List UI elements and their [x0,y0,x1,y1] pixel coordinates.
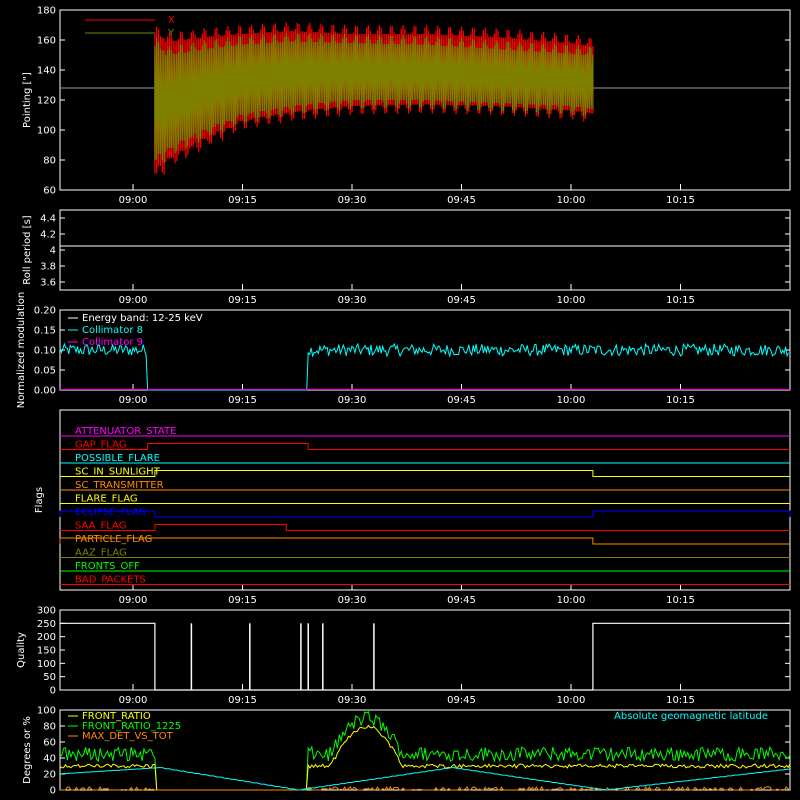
quality-ytick-label: 150 [37,646,56,657]
quality-ytick-label: 100 [37,659,56,670]
pointing-ylabel: Pointing ["] [22,72,33,128]
quality-ytick-label: 50 [43,672,56,683]
ratios-ytick-label: 60 [43,738,56,749]
quality-xtick-label: 10:00 [557,695,586,706]
flag-label: BAD_PACKETS [75,575,146,586]
roll-ytick-label: 4 [50,246,56,257]
flag-label: SC_IN_SUNLIGHT [75,467,161,478]
modulation-xtick-label: 09:15 [228,395,257,406]
quality-ytick-label: 200 [37,632,56,643]
modulation-ytick-label: 0.20 [34,306,56,317]
modulation-xtick-label: 10:15 [666,395,695,406]
modulation-xtick-label: 09:30 [338,395,367,406]
quality-ylabel: Quality [16,632,27,668]
pointing-xtick-label: 09:15 [228,195,257,206]
quality-xtick-label: 10:15 [666,695,695,706]
ratios-ytick-label: 0 [50,786,56,797]
flags-xtick-label: 10:15 [666,595,695,606]
legend-x-label: X [168,15,175,26]
roll-ytick-label: 4.4 [40,214,56,225]
collimator-9-label: Collimator 9 [82,337,143,348]
energy-band-label: Energy band: 12-25 keV [82,313,203,324]
pointing-xtick-label: 10:00 [557,195,586,206]
flag-label: FRONTS_OFF [75,561,140,572]
pointing-ytick-label: 100 [37,126,56,137]
flag-label: AAZ_FLAG [75,548,127,559]
roll-xtick-label: 09:15 [228,295,257,306]
pointing-ytick-label: 60 [43,186,56,197]
flags-xtick-label: 10:00 [557,595,586,606]
ratios-ytick-label: 20 [43,770,56,781]
flag-label: SAA_FLAG [75,521,126,532]
quality-ytick-label: 0 [50,686,56,697]
flags-xtick-label: 09:45 [447,595,476,606]
flag-label: ATTENUATOR_STATE [75,426,176,437]
roll-ytick-label: 4.2 [40,230,56,241]
modulation-ytick-label: 0.00 [34,386,56,397]
pointing-xtick-label: 10:15 [666,195,695,206]
pointing-ytick-label: 120 [37,96,56,107]
flag-label: ECLIPSE_FLAG [75,507,146,518]
max-det-label: MAX_DET_VS_TOT [82,731,174,742]
ratios-ytick-label: 40 [43,754,56,765]
pointing-ytick-label: 80 [43,156,56,167]
flags-xtick-label: 09:00 [119,595,148,606]
modulation-xtick-label: 10:00 [557,395,586,406]
roll-ylabel: Roll period [s] [22,215,33,284]
ratios-ylabel: Degrees or % [22,716,33,784]
modulation-ytick-label: 0.15 [34,326,56,337]
pointing-ytick-label: 140 [37,66,56,77]
quality-ytick-label: 300 [37,606,56,617]
stage: Pointing ["] 60 80 100 120 140 160 180 09:00 09… [0,0,800,800]
flags-xtick-label: 09:15 [228,595,257,606]
flag-label: POSSIBLE_FLARE [75,453,160,464]
roll-xtick-label: 09:45 [447,295,476,306]
flags-xtick-label: 09:30 [338,595,367,606]
ratios-ytick-label: 80 [43,722,56,733]
legend-y-label: Y [167,28,175,39]
pointing-ytick-label: 160 [37,36,56,47]
modulation-ytick-label: 0.05 [34,366,56,377]
modulation-ylabel: Normalized modulation [16,292,27,409]
flag-label: PARTICLE_FLAG [75,534,152,545]
flag-label: SC_TRANSMITTER [75,480,164,491]
geomagnetic-latitude-label: Absolute geomagnetic latitude [614,711,768,722]
modulation-xtick-label: 09:00 [119,395,148,406]
roll-ytick-label: 3.8 [40,262,56,273]
flag-label: GAP_FLAG [75,440,127,451]
quality-xtick-label: 09:15 [228,695,257,706]
roll-xtick-label: 09:30 [338,295,367,306]
pointing-xtick-label: 09:00 [119,195,148,206]
modulation-xtick-label: 09:45 [447,395,476,406]
ratios-ytick-label: 100 [37,706,56,717]
flags-ylabel: Flags [34,487,45,513]
collimator-8-label: Collimator 8 [82,325,143,336]
quality-xtick-label: 09:30 [338,695,367,706]
pointing-xtick-label: 09:30 [338,195,367,206]
quality-xtick-label: 09:45 [447,695,476,706]
pointing-xtick-label: 09:45 [447,195,476,206]
pointing-ytick-label: 180 [37,6,56,17]
roll-xtick-label: 09:00 [119,295,148,306]
flag-label: FLARE_FLAG [75,494,138,505]
quality-ytick-label: 250 [37,619,56,630]
roll-ytick-label: 3.6 [40,278,56,289]
roll-xtick-label: 10:00 [557,295,586,306]
modulation-ytick-label: 0.10 [34,346,56,357]
roll-xtick-label: 10:15 [666,295,695,306]
quality-xtick-label: 09:00 [119,695,148,706]
